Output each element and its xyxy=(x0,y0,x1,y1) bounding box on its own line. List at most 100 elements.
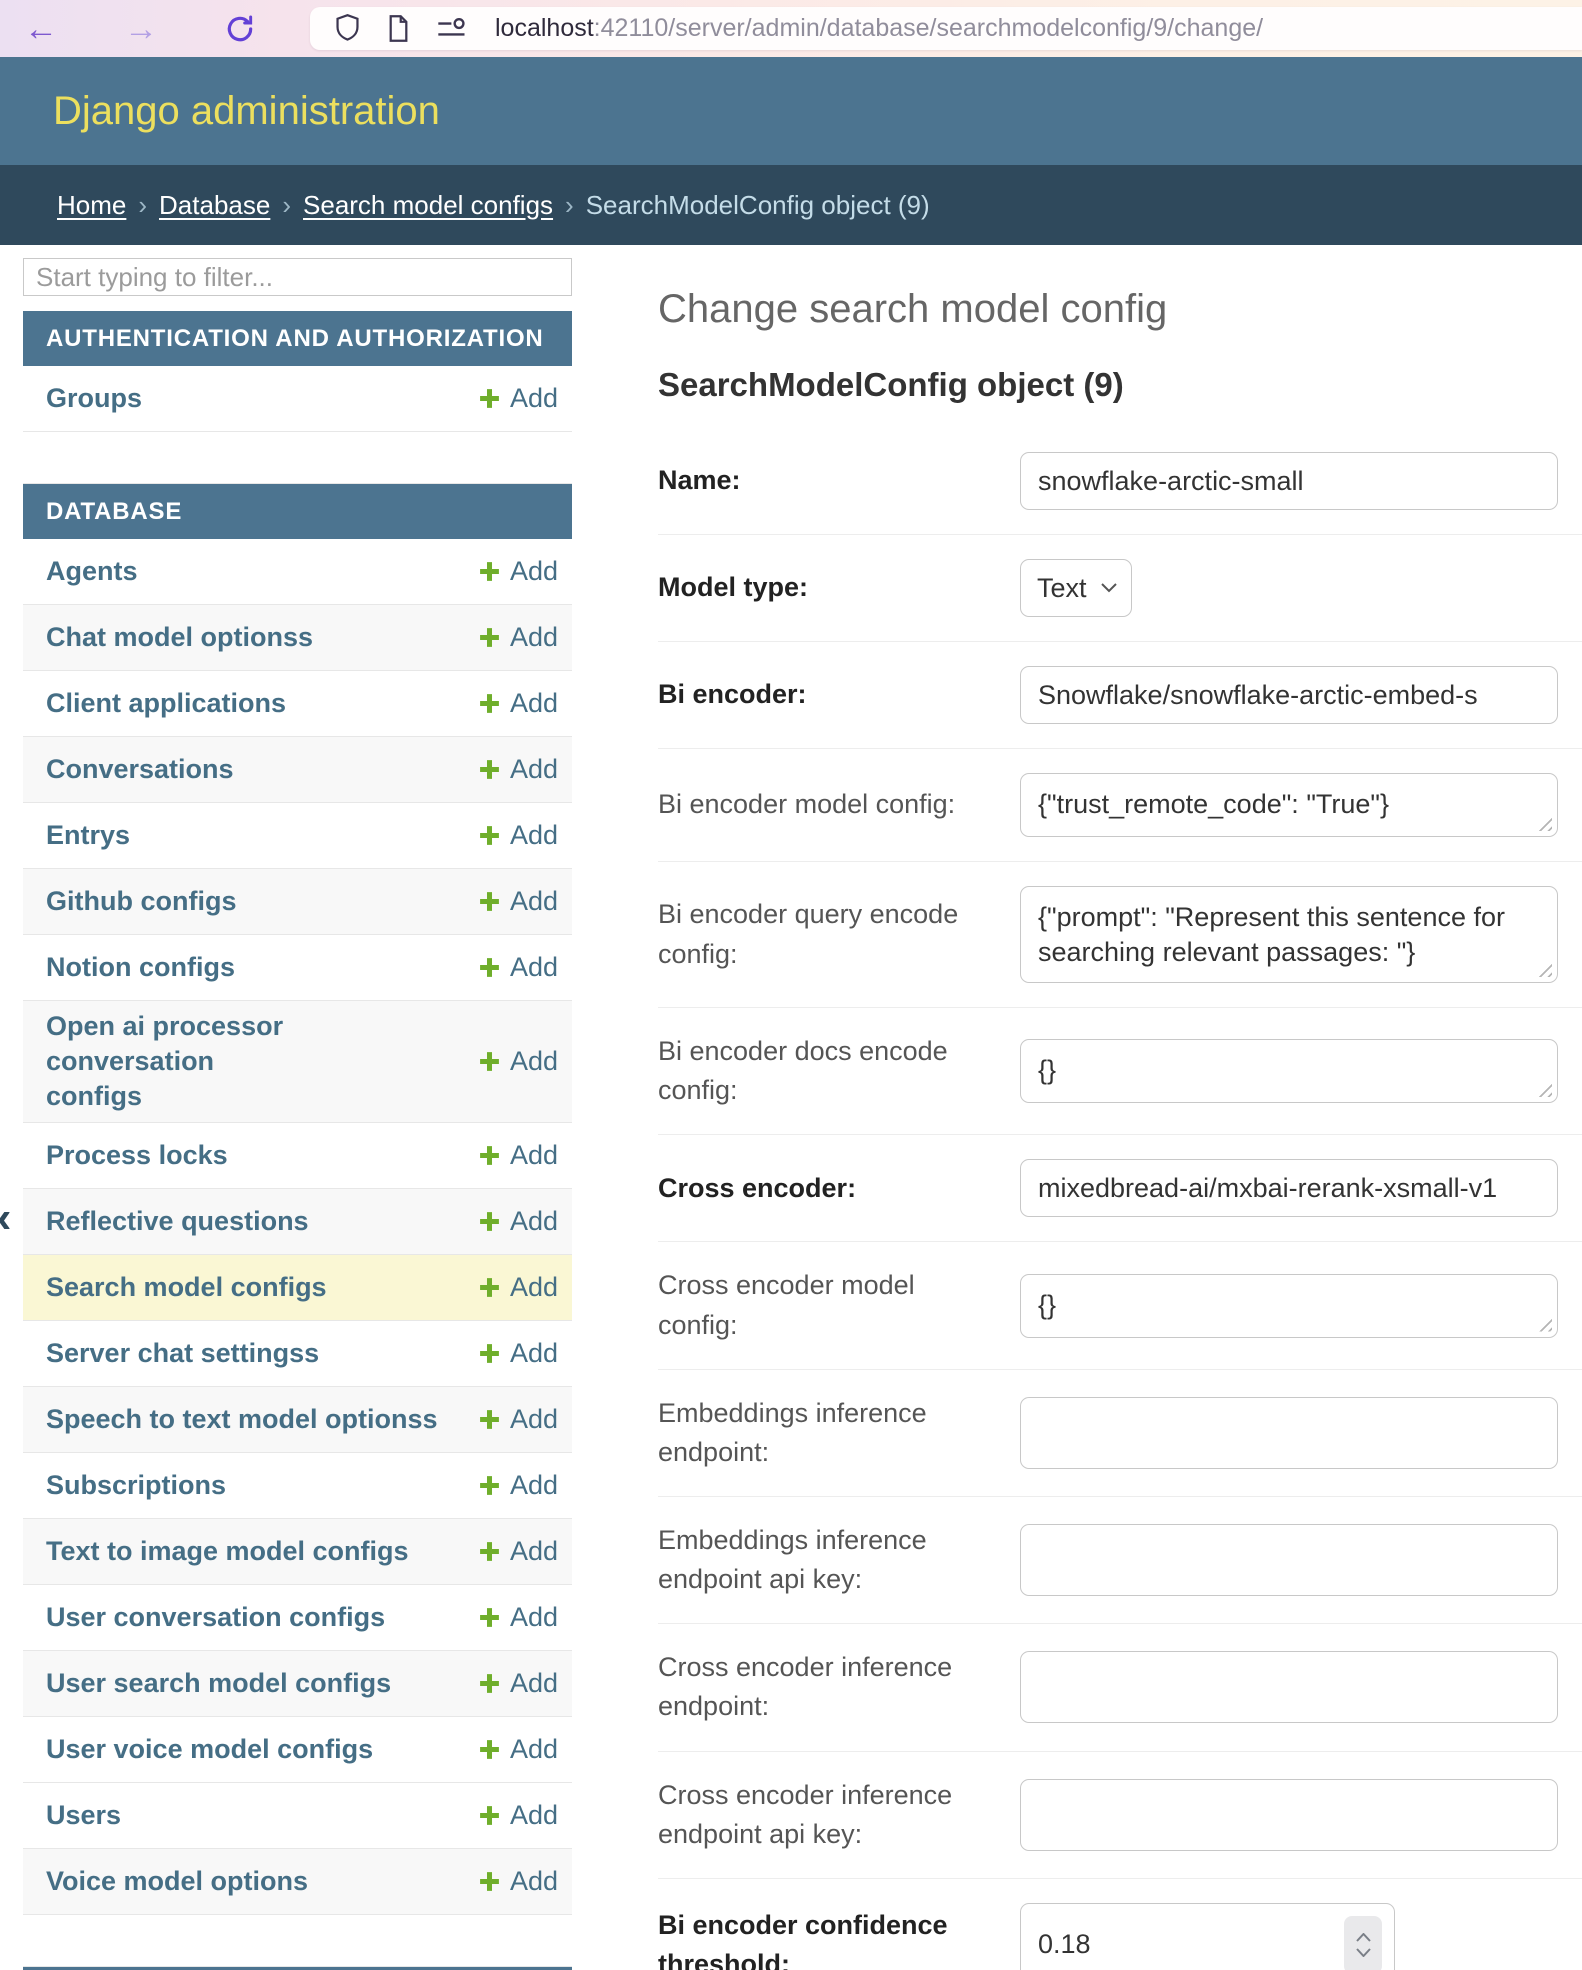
number-value: 0.18 xyxy=(1038,1929,1091,1960)
breadcrumb-home-link[interactable]: Home xyxy=(57,190,126,221)
sidebar-item-user-voice-model-configs[interactable]: User voice model configs xyxy=(46,1732,373,1767)
url-bar[interactable]: localhost:42110/server/admin/database/se… xyxy=(310,7,1582,50)
breadcrumb-separator: › xyxy=(282,190,291,221)
breadcrumb-separator: › xyxy=(138,190,147,221)
sidebar-item-voice-model-options[interactable]: Voice model options xyxy=(46,1864,308,1899)
add-github-configs-link[interactable]: Add xyxy=(478,886,558,917)
add-search-model-configs-link[interactable]: Add xyxy=(478,1272,558,1303)
sidebar-row-users: Users Add xyxy=(23,1783,572,1849)
number-spinner[interactable] xyxy=(1344,1916,1382,1970)
add-conversations-link[interactable]: Add xyxy=(478,754,558,785)
input-cross-encoder-inference-endpoint-api-key[interactable] xyxy=(1020,1779,1558,1851)
sidebar-item-groups[interactable]: Groups xyxy=(46,381,142,416)
add-open-ai-processor-conversation-configs-link[interactable]: Add xyxy=(478,1046,558,1077)
plus-icon xyxy=(478,692,501,715)
breadcrumb-database-link[interactable]: Database xyxy=(159,190,270,221)
plus-icon xyxy=(478,1408,501,1431)
plus-icon xyxy=(478,1672,501,1695)
add-entrys-link[interactable]: Add xyxy=(478,820,558,851)
sidebar-item-server-chat-settingss[interactable]: Server chat settingss xyxy=(46,1336,319,1371)
textarea-value: {} xyxy=(1038,1053,1540,1088)
sidebar-row-text-to-image-model-configs: Text to image model configs Add xyxy=(23,1519,572,1585)
page-icon[interactable] xyxy=(387,14,410,43)
sidebar-item-text-to-image-model-configs[interactable]: Text to image model configs xyxy=(46,1534,409,1569)
textarea-bi-encoder-model-config[interactable]: {"trust_remote_code": "True"} xyxy=(1020,773,1558,837)
field-label-embeddings-inference-endpoint: Embeddings inference endpoint: xyxy=(658,1394,988,1472)
forward-arrow-icon[interactable]: → xyxy=(124,12,158,46)
input-name[interactable] xyxy=(1020,452,1558,510)
sidebar-item-notion-configs[interactable]: Notion configs xyxy=(46,950,235,985)
sidebar-item-client-applications[interactable]: Client applications xyxy=(46,686,286,721)
form-row-embeddings-inference-endpoint-api-key: Embeddings inference endpoint api key: xyxy=(658,1497,1582,1624)
input-embeddings-inference-endpoint-api-key[interactable] xyxy=(1020,1524,1558,1596)
refresh-icon[interactable] xyxy=(224,13,256,45)
sidebar-item-reflective-questions[interactable]: Reflective questions xyxy=(46,1204,309,1239)
sidebar-collapse-icon[interactable]: « xyxy=(0,1196,11,1240)
sidebar-row-search-model-configs: Search model configs Add xyxy=(23,1255,572,1321)
textarea-value: {"prompt": "Represent this sentence for … xyxy=(1038,900,1540,969)
plus-icon xyxy=(478,1276,501,1299)
form-row-bi-encoder-query-encode-config: Bi encoder query encode config:{"prompt"… xyxy=(658,862,1582,1008)
select-model-type[interactable]: Text xyxy=(1020,559,1132,617)
app-header: Django administration xyxy=(0,57,1582,165)
input-embeddings-inference-endpoint[interactable] xyxy=(1020,1397,1558,1469)
add-text-to-image-model-configs-link[interactable]: Add xyxy=(478,1536,558,1567)
sidebar-item-process-locks[interactable]: Process locks xyxy=(46,1138,228,1173)
sidebar-item-entrys[interactable]: Entrys xyxy=(46,818,130,853)
add-users-link[interactable]: Add xyxy=(478,1800,558,1831)
input-cross-encoder[interactable] xyxy=(1020,1159,1558,1217)
sidebar-row-entrys: Entrys Add xyxy=(23,803,572,869)
input-cross-encoder-inference-endpoint[interactable] xyxy=(1020,1651,1558,1723)
sidebar-item-subscriptions[interactable]: Subscriptions xyxy=(46,1468,226,1503)
sidebar-filter-input[interactable] xyxy=(23,258,572,296)
plus-icon xyxy=(478,1738,501,1761)
textarea-cross-encoder-model-config[interactable]: {} xyxy=(1020,1274,1558,1338)
sidebar-item-search-model-configs[interactable]: Search model configs xyxy=(46,1270,327,1305)
add-server-chat-settingss-link[interactable]: Add xyxy=(478,1338,558,1369)
add-reflective-questions-link[interactable]: Add xyxy=(478,1206,558,1237)
sidebar-item-open-ai-processor-conversation-configs[interactable]: Open ai processor conversation configs xyxy=(46,1009,306,1114)
add-client-applications-link[interactable]: Add xyxy=(478,688,558,719)
sidebar-item-user-conversation-configs[interactable]: User conversation configs xyxy=(46,1600,385,1635)
sidebar-item-speech-to-text-model-optionss[interactable]: Speech to text model optionss xyxy=(46,1402,438,1437)
url-path: :42110/server/admin/database/searchmodel… xyxy=(594,14,1263,42)
add-user-voice-model-configs-link[interactable]: Add xyxy=(478,1734,558,1765)
sidebar-item-chat-model-optionss[interactable]: Chat model optionss xyxy=(46,620,313,655)
add-process-locks-link[interactable]: Add xyxy=(478,1140,558,1171)
input-bi-encoder[interactable] xyxy=(1020,666,1558,724)
add-speech-to-text-model-optionss-link[interactable]: Add xyxy=(478,1404,558,1435)
sidebar-row-open-ai-processor-conversation-configs: Open ai processor conversation configs Ad… xyxy=(23,1001,572,1123)
add-chat-model-optionss-link[interactable]: Add xyxy=(478,622,558,653)
section-caption-database: DATABASE xyxy=(23,484,572,539)
main-content: Change search model config SearchModelCo… xyxy=(572,245,1582,1970)
textarea-bi-encoder-docs-encode-config[interactable]: {} xyxy=(1020,1039,1558,1103)
add-subscriptions-link[interactable]: Add xyxy=(478,1470,558,1501)
add-groups-link[interactable]: Add xyxy=(478,383,558,414)
shield-icon[interactable] xyxy=(334,13,361,44)
add-voice-model-options-link[interactable]: Add xyxy=(478,1866,558,1897)
number-input-bi-encoder-confidence-threshold[interactable]: 0.18 xyxy=(1020,1903,1395,1970)
add-agents-link[interactable]: Add xyxy=(478,556,558,587)
back-arrow-icon[interactable]: ← xyxy=(24,12,58,46)
page-title: Change search model config xyxy=(658,287,1582,332)
site-title[interactable]: Django administration xyxy=(53,89,440,134)
breadcrumb: Home › Database › Search model configs ›… xyxy=(0,165,1582,245)
add-user-search-model-configs-link[interactable]: Add xyxy=(478,1668,558,1699)
sidebar-row-user-conversation-configs: User conversation configs Add xyxy=(23,1585,572,1651)
breadcrumb-searchmodelconfigs-link[interactable]: Search model configs xyxy=(303,190,553,221)
permissions-icon[interactable] xyxy=(436,17,469,41)
plus-icon xyxy=(478,387,501,410)
add-user-conversation-configs-link[interactable]: Add xyxy=(478,1602,558,1633)
sidebar-item-agents[interactable]: Agents xyxy=(46,554,138,589)
section-caption-authentication-and-authorization: AUTHENTICATION AND AUTHORIZATION xyxy=(23,311,572,366)
textarea-bi-encoder-query-encode-config[interactable]: {"prompt": "Represent this sentence for … xyxy=(1020,886,1558,983)
field-label-bi-encoder-model-config: Bi encoder model config: xyxy=(658,785,988,824)
field-label-bi-encoder: Bi encoder: xyxy=(658,675,988,714)
sidebar-item-user-search-model-configs[interactable]: User search model configs xyxy=(46,1666,391,1701)
sidebar-item-github-configs[interactable]: Github configs xyxy=(46,884,236,919)
add-notion-configs-link[interactable]: Add xyxy=(478,952,558,983)
sidebar-row-groups: Groups Add xyxy=(23,366,572,432)
sidebar-item-conversations[interactable]: Conversations xyxy=(46,752,234,787)
form-row-model-type: Model type:Text xyxy=(658,535,1582,642)
sidebar-item-users[interactable]: Users xyxy=(46,1798,121,1833)
